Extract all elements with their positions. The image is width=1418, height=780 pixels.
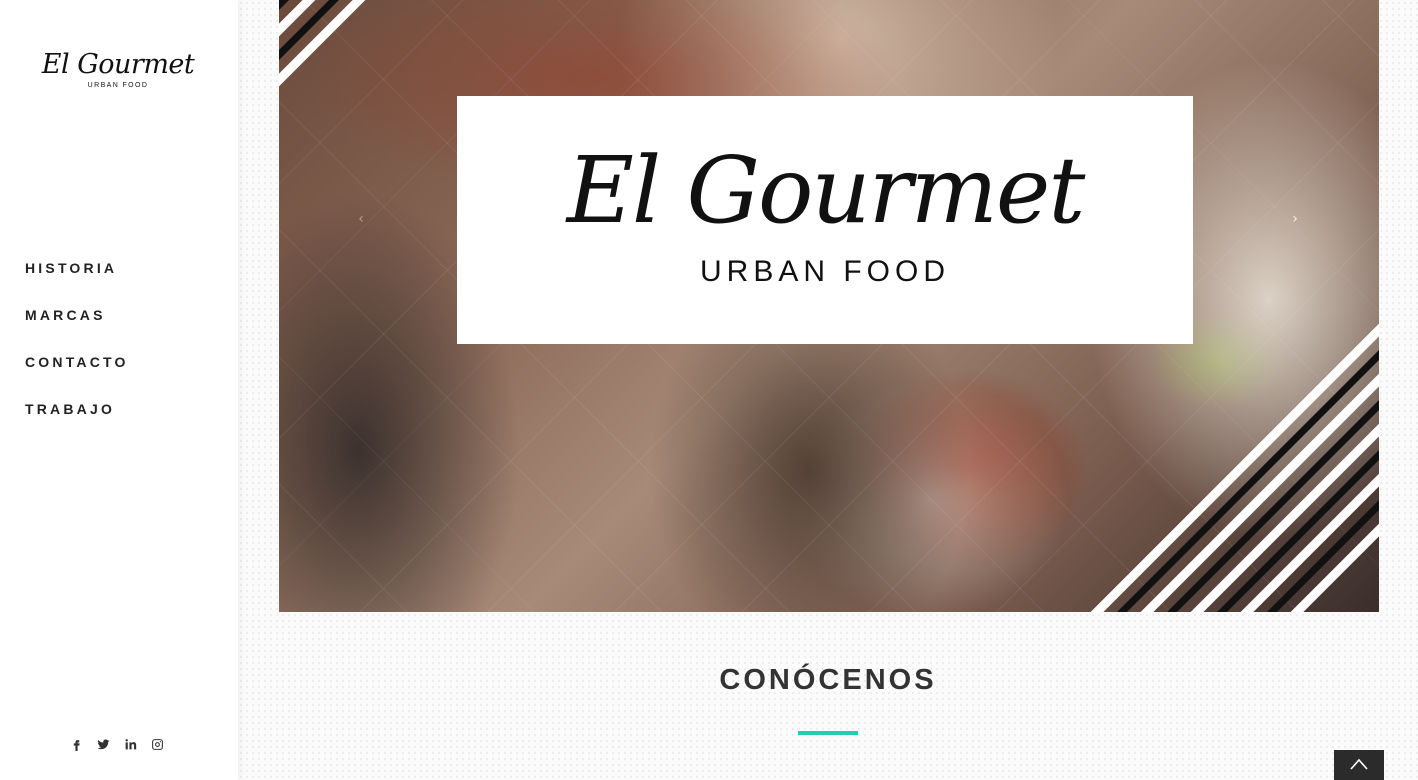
social-links xyxy=(68,736,166,753)
slider-prev-arrow-icon[interactable]: ‹ xyxy=(351,208,371,230)
instagram-icon[interactable] xyxy=(149,736,166,753)
page: El Gourmet URBAN FOOD HISTORIA MARCAS CO… xyxy=(0,0,1418,780)
site-logo[interactable]: El Gourmet URBAN FOOD xyxy=(41,49,195,102)
chevron-up-icon xyxy=(1350,758,1368,770)
back-to-top-button[interactable] xyxy=(1334,750,1384,780)
nav-item-trabajo[interactable]: TRABAJO xyxy=(25,401,129,448)
sidebar: El Gourmet URBAN FOOD HISTORIA MARCAS CO… xyxy=(0,0,238,780)
section-title: CONÓCENOS xyxy=(719,664,937,696)
title-underline xyxy=(798,731,858,735)
hero-slider[interactable]: El Gourmet URBAN FOOD ‹ › xyxy=(279,0,1379,612)
hero-logo-tagline: URBAN FOOD xyxy=(699,255,950,288)
main-content: El Gourmet URBAN FOOD ‹ › CONÓCENOS xyxy=(238,0,1418,780)
logo-script: El Gourmet xyxy=(41,49,195,80)
nav-item-marcas[interactable]: MARCAS xyxy=(25,307,129,354)
linkedin-icon[interactable] xyxy=(122,736,139,753)
slider-next-arrow-icon[interactable]: › xyxy=(1285,208,1305,230)
hero-logo-card: El Gourmet URBAN FOOD xyxy=(457,96,1193,344)
main-nav: HISTORIA MARCAS CONTACTO TRABAJO xyxy=(25,260,129,448)
nav-item-contacto[interactable]: CONTACTO xyxy=(25,354,129,401)
logo-tagline: URBAN FOOD xyxy=(87,82,149,89)
twitter-icon[interactable] xyxy=(95,736,112,753)
nav-item-historia[interactable]: HISTORIA xyxy=(25,260,129,307)
facebook-icon[interactable] xyxy=(68,736,85,753)
hero-logo-script: El Gourmet xyxy=(566,137,1086,244)
